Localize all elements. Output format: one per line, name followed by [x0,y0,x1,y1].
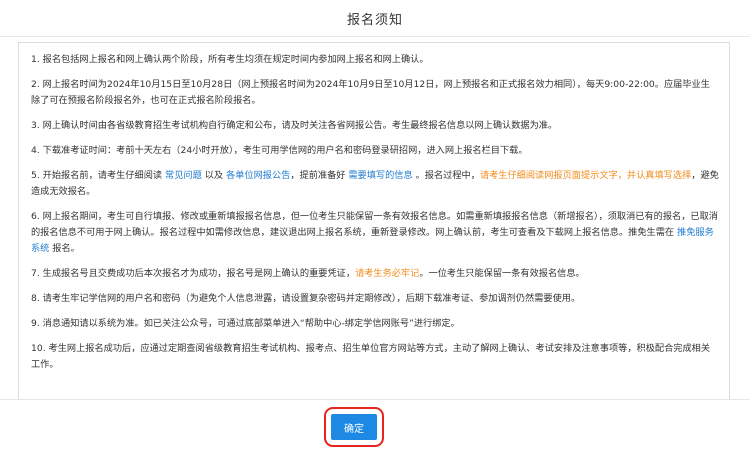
notice-item: 9. 消息通知请以系统为准。如已关注公众号，可通过底部菜单进入“帮助中心-绑定学… [31,316,719,332]
notice-text: 3. 网上确认时间由各省级教育招生考试机构自行确定和公布，请及时关注各省网报公告… [31,120,558,131]
notice-text: 。报名过程中， [412,170,480,181]
notice-item: 6. 网上报名期间，考生可自行填报、修改或重新填报报名信息，但一位考生只能保留一… [31,209,719,257]
notice-text: 9. 消息通知请以系统为准。如已关注公众号，可通过底部菜单进入“帮助中心-绑定学… [31,318,460,329]
notice-text: 2. 网上报名时间为2024年10月15日至10月28日（网上预报名时间为202… [31,79,710,106]
dialog-title: 报名须知 [346,12,403,28]
notice-link[interactable]: 常见问题 [165,170,202,181]
notice-text: 。一位考生只能保留一条有效报名信息。 [419,268,585,279]
notice-item: 3. 网上确认时间由各省级教育招生考试机构自行确定和公布，请及时关注各省网报公告… [31,118,719,134]
notice-list: 1. 报名包括网上报名和网上确认两个阶段，所有考生均须在规定时间内参加网上报名和… [18,42,730,399]
notice-text: 以及 [201,170,227,181]
notice-item: 5. 开始报名前，请考生仔细阅读 常见问题 以及 各单位网报公告，提前准备好 需… [31,168,719,200]
notice-item: 1. 报名包括网上报名和网上确认两个阶段，所有考生均须在规定时间内参加网上报名和… [31,52,719,68]
dialog-header: 报名须知 [0,0,750,37]
confirm-button[interactable]: 确定 [324,407,384,447]
notice-highlight: 请考生仔细阅读网报页面提示文字，并认真填写选择 [479,170,692,181]
notice-item: 10. 考生网上报名成功后，应通过定期查阅省级教育招生考试机构、报考点、招生单位… [31,341,719,373]
registration-notice-dialog: 报名须知 1. 报名包括网上报名和网上确认两个阶段，所有考生均须在规定时间内参加… [0,0,750,457]
notice-text: 1. 报名包括网上报名和网上确认两个阶段，所有考生均须在规定时间内参加网上报名和… [31,54,429,65]
notice-text: 6. 网上报名期间，考生可自行填报、修改或重新填报报名信息，但一位考生只能保留一… [31,211,718,238]
notice-text: 5. 开始报名前，请考生仔细阅读 [31,170,166,181]
notice-text: 7. 生成报名号且交费成功后本次报名才为成功，报名号是网上确认的重要凭证， [31,268,356,279]
notice-link[interactable]: 各单位网报公告 [226,170,290,181]
notice-text: 4. 下载准考证时间：考前十天左右（24小时开放），考生可用学信网的用户名和密码… [31,145,528,156]
notice-text: 报名。 [49,243,80,254]
notice-text: 8. 请考生牢记学信网的用户名和密码（为避免个人信息泄露，请设置复杂密码并定期修… [31,293,581,304]
footer-divider [0,399,750,400]
notice-link[interactable]: 需要填写的信息 [348,170,412,181]
notice-item: 4. 下载准考证时间：考前十天左右（24小时开放），考生可用学信网的用户名和密码… [31,143,719,159]
notice-item: 8. 请考生牢记学信网的用户名和密码（为避免个人信息泄露，请设置复杂密码并定期修… [31,291,719,307]
notice-item: 2. 网上报名时间为2024年10月15日至10月28日（网上预报名时间为202… [31,77,719,109]
notice-text: 10. 考生网上报名成功后，应通过定期查阅省级教育招生考试机构、报考点、招生单位… [31,343,711,370]
dialog-content: 1. 报名包括网上报名和网上确认两个阶段，所有考生均须在规定时间内参加网上报名和… [0,37,750,457]
notice-highlight: 请考生务必牢记 [355,268,420,279]
notice-item: 7. 生成报名号且交费成功后本次报名才为成功，报名号是网上确认的重要凭证，请考生… [31,266,719,282]
notice-text: ，提前准备好 [290,170,349,181]
